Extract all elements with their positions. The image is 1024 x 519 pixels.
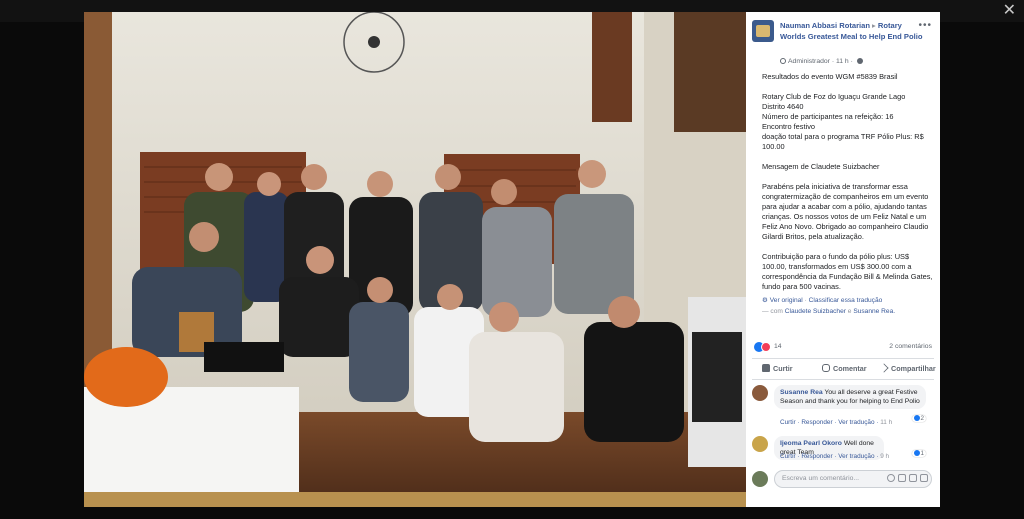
post-meta: Administrador · 11 h · [780,58,863,65]
post-text: Resultados do evento WGM #5839 Brasil Ro… [762,72,934,302]
comment-like-link[interactable]: Curtir [780,453,796,460]
comment-count[interactable]: 2 comentários [889,343,932,350]
comment-reactions[interactable]: 1 [911,450,926,457]
share-label: Compartilhar [891,364,936,373]
share-icon [879,363,889,373]
comment-time[interactable]: 11 h [880,419,892,426]
like-reaction-icon [913,415,920,421]
see-original-link[interactable]: Ver original [770,297,803,304]
post-line: Mensagem de Claudete Suizbacher [762,162,880,171]
comment-button[interactable]: Comentar [822,364,867,373]
more-options-icon[interactable]: ••• [918,20,932,31]
post-line: Distrito 4640 [762,102,804,111]
close-icon[interactable]: ✕ [1003,2,1016,20]
comment-translate-link[interactable]: Ver tradução [838,453,874,460]
comment-like-link[interactable]: Curtir [780,419,796,426]
emoji-icon[interactable] [887,474,895,482]
comment-icon [822,364,830,372]
post-line: Rotary Club de Foz do Iguaçu Grande Lago [762,92,906,101]
avatar[interactable] [752,471,768,487]
composer-icons [884,474,928,484]
admin-badge-icon [780,58,786,65]
post-panel: Nauman Abbasi Rotarian ▸ Rotary Worlds Gre… [746,12,940,507]
comment-reactions[interactable]: 2 [911,415,926,422]
tagged-user-link[interactable]: Claudete Suizbacher [785,308,846,315]
tagged-user-link[interactable]: Susanne Rea. [853,308,895,315]
reactions-summary: 14 2 comentários [754,340,932,354]
commenter-name[interactable]: Ijeoma Pearl Okoro [780,440,842,447]
gear-icon: ⚙ [762,297,768,304]
comment-time[interactable]: 9 h [880,453,889,460]
comment-item: Susanne Rea You all deserve a great Fest… [752,385,934,426]
comment-translate-link[interactable]: Ver tradução [838,419,874,426]
comment-reply-link[interactable]: Responder [801,453,832,460]
post-line: doação total para o programa TRF Pólio P… [762,132,924,151]
comment-reaction-count: 2 [920,415,924,422]
like-reaction-icon [913,450,920,456]
with-prefix: — com [762,308,783,315]
post-photo[interactable] [84,12,746,507]
author-link[interactable]: Nauman Abbasi Rotarian [780,21,870,30]
author-role: Administrador [788,58,830,65]
comment-bubble: Susanne Rea You all deserve a great Fest… [774,385,926,409]
comment-item: Ijeoma Pearl Okoro Well done great Team … [752,436,934,466]
post-line: Parabéns pela iniciativa de transformar … [762,182,929,241]
post-line: Resultados do evento WGM #5839 Brasil [762,72,898,81]
avatar[interactable] [752,436,768,452]
like-label: Curtir [773,364,793,373]
gif-icon[interactable] [909,474,917,482]
group-avatar[interactable] [752,20,774,42]
share-button[interactable]: Compartilhar [879,363,936,373]
comment-reply-link[interactable]: Responder [801,419,832,426]
commenter-name[interactable]: Susanne Rea [780,389,823,396]
comment-actions: Curtir · Responder · Ver tradução · 9 h [780,453,890,460]
sticker-icon[interactable] [920,474,928,482]
post-line: Contribuição para o fundo da pólio plus:… [762,252,933,291]
comment-reaction-count: 1 [920,450,924,457]
post-time[interactable]: 11 h [836,58,849,65]
post-header: Nauman Abbasi Rotarian ▸ Rotary Worlds Gre… [752,18,934,74]
post-line: Encontro festivo [762,122,815,131]
post-links: ⚙ Ver original · Classificar essa traduç… [762,297,896,315]
like-button[interactable]: Curtir [762,364,793,373]
post-line: Número de participantes na refeição: 16 [762,112,894,121]
rate-translation-link[interactable]: Classificar essa tradução [809,297,883,304]
reaction-count[interactable]: 14 [774,343,782,350]
comment-actions: Curtir · Responder · Ver tradução · 11 h [780,419,893,426]
action-bar: Curtir Comentar Compartilhar [752,358,936,380]
camera-icon[interactable] [898,474,906,482]
avatar[interactable] [752,385,768,401]
caret-right-icon: ▸ [872,21,876,30]
love-reaction-icon [761,342,771,352]
comment-composer: Escreva um comentário... [752,470,934,488]
post-title: Nauman Abbasi Rotarian ▸ Rotary Worlds Gre… [780,20,928,42]
globe-icon [856,58,863,65]
comment-label: Comentar [833,364,867,373]
and-text: e [847,308,852,315]
thumbs-up-icon [762,364,770,372]
